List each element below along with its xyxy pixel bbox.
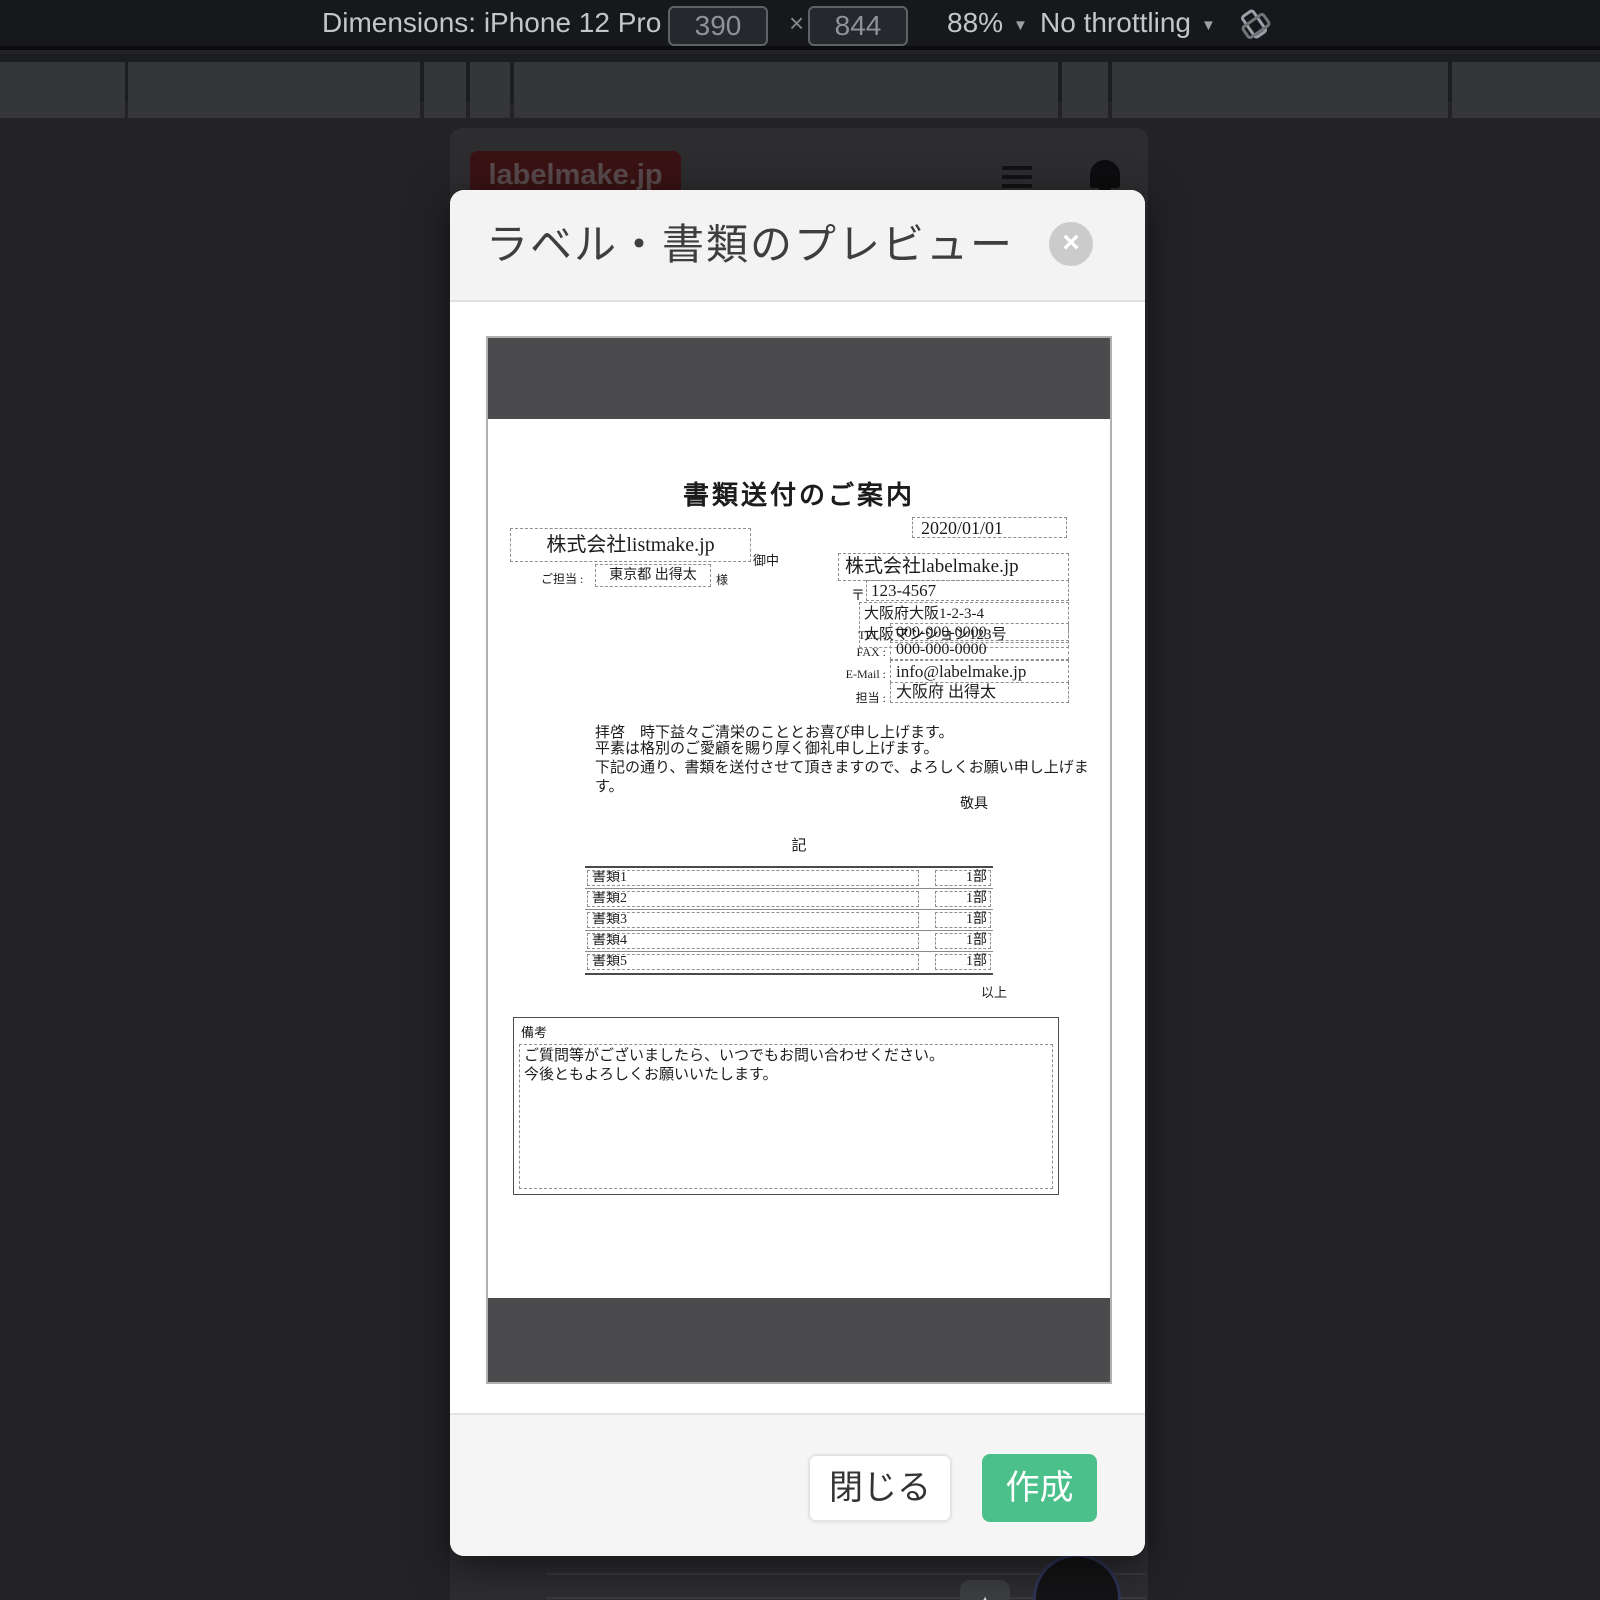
table-row: 書類5 1部: [585, 952, 993, 973]
postal-code-field: 123-4567: [866, 580, 1069, 601]
remarks-line1: ご質問等がございましたら、いつでもお問い合わせください。: [524, 1048, 944, 1064]
close-button[interactable]: 閉じる: [808, 1454, 952, 1522]
remarks-line2: 今後ともよろしくお願いいたします。: [524, 1067, 778, 1083]
address-line1: 大阪府大阪1-2-3-4: [864, 606, 984, 622]
chevron-down-icon: ▼: [1201, 17, 1216, 34]
table-row: 書類3 1部: [585, 910, 993, 931]
contact-honorific: 様: [716, 571, 728, 588]
ruler-segment: [1452, 62, 1600, 118]
modal-header: ラベル・書類のプレビュー ×: [450, 190, 1145, 302]
tel-label: TEL :: [778, 628, 886, 643]
ruler-segment: [1062, 62, 1108, 118]
ruler-segment: [1112, 62, 1448, 118]
zoom-value: 88%: [947, 7, 1003, 38]
chat-fab-button[interactable]: [1033, 1554, 1121, 1600]
recipient-company-field: 株式会社listmake.jp: [510, 528, 751, 562]
body-line2: 下記の通り、書類を送付させて頂きますので、よろしくお願い申し上げます。: [595, 760, 1089, 795]
closing-word: 敬具: [488, 793, 988, 813]
dimensions-separator: ×: [789, 0, 804, 46]
viewport-width-input[interactable]: [668, 6, 768, 46]
devtools-ruler-strip: [0, 54, 1600, 102]
sender-company-field: 株式会社labelmake.jp: [838, 553, 1069, 581]
body-line1: 平素は格別のご愛顧を賜り厚く御礼申し上げます。: [595, 741, 939, 757]
item-count-field: 1部: [935, 954, 991, 970]
greeting-line: 拝啓 時下益々ご清栄のこととお喜び申し上げます。: [595, 721, 954, 742]
close-icon[interactable]: ×: [1049, 222, 1093, 266]
staff-name-field: 大阪府 出得太: [890, 682, 1069, 703]
body-paragraph: 平素は格別のご愛顧を賜り厚く御礼申し上げます。下記の通り、書類を送付させて頂きま…: [595, 740, 1110, 797]
throttling-value: No throttling: [1040, 7, 1191, 38]
dimensions-label: Dimensions: iPhone 12 Pro: [322, 7, 661, 38]
chevron-down-icon: ▼: [1013, 17, 1028, 34]
table-row: 書類4 1部: [585, 931, 993, 952]
items-table: 書類1 1部 書類2 1部 書類3 1部 書類4 1部 書類5 1部: [585, 866, 993, 975]
document-title: 書類送付のご案内: [488, 475, 1110, 512]
create-button[interactable]: 作成: [982, 1454, 1097, 1522]
item-count-field: 1部: [935, 933, 991, 949]
item-name-field: 書類3: [587, 912, 919, 928]
ruler-segment: [470, 62, 510, 118]
contact-name-field: 東京都 出得太: [595, 564, 711, 587]
document-preview-viewer: 書類送付のご案内 2020/01/01 株式会社listmake.jp 御中 ご…: [486, 336, 1112, 1384]
remarks-field: ご質問等がございましたら、いつでもお問い合わせください。今後ともよろしくお願いい…: [519, 1044, 1053, 1189]
remarks-box: 備考 ご質問等がございましたら、いつでもお問い合わせください。今後ともよろしくお…: [513, 1017, 1059, 1195]
record-mark: 記: [488, 834, 1110, 855]
table-row: 書類1 1部: [585, 868, 993, 889]
zoom-select[interactable]: 88% ▼: [947, 0, 1028, 46]
item-count-field: 1部: [935, 912, 991, 928]
scroll-to-top-button[interactable]: ▲: [960, 1580, 1010, 1600]
throttling-select[interactable]: No throttling ▼: [1040, 0, 1216, 46]
devtools-toolbar: Dimensions: iPhone 12 Pro▼ × 88%▼ No thr…: [0, 0, 1600, 50]
email-field: info@labelmake.jp: [890, 660, 1069, 683]
chevron-up-icon: ▲: [977, 1593, 993, 1600]
viewport-height-input[interactable]: [808, 6, 908, 46]
table-row: 書類2 1部: [585, 889, 993, 910]
staff-label: 担当 :: [778, 689, 886, 706]
date-field: 2020/01/01: [912, 517, 1067, 538]
item-name-field: 書類2: [587, 891, 919, 907]
item-count-field: 1部: [935, 870, 991, 886]
ruler-segment: [424, 62, 466, 118]
item-name-field: 書類1: [587, 870, 919, 886]
fax-label: FAX :: [778, 645, 886, 660]
menu-icon[interactable]: [1002, 166, 1032, 188]
contact-label: ご担当 :: [541, 570, 583, 587]
preview-modal: ラベル・書類のプレビュー × 書類送付のご案内 2020/01/01 株式会社l…: [450, 190, 1145, 1556]
item-name-field: 書類4: [587, 933, 919, 949]
recipient-honorific: 御中: [753, 550, 779, 569]
item-count-field: 1部: [935, 891, 991, 907]
ruler-segment: [0, 62, 125, 118]
dimensions-select[interactable]: Dimensions: iPhone 12 Pro▼: [322, 0, 686, 46]
end-mark: 以上: [488, 982, 1007, 1001]
fax-field: 000-000-0000: [890, 640, 1069, 660]
rotate-viewport-icon[interactable]: [1240, 8, 1274, 42]
modal-footer: 閉じる 作成: [450, 1413, 1145, 1556]
remarks-label: 備考: [521, 1022, 547, 1041]
item-name-field: 書類5: [587, 954, 919, 970]
ruler-segment: [514, 62, 1058, 118]
ruler-segment: [128, 62, 420, 118]
email-label: E-Mail :: [778, 667, 886, 682]
modal-title: ラベル・書類のプレビュー: [486, 190, 1014, 300]
document-page: 書類送付のご案内 2020/01/01 株式会社listmake.jp 御中 ご…: [488, 419, 1110, 1298]
